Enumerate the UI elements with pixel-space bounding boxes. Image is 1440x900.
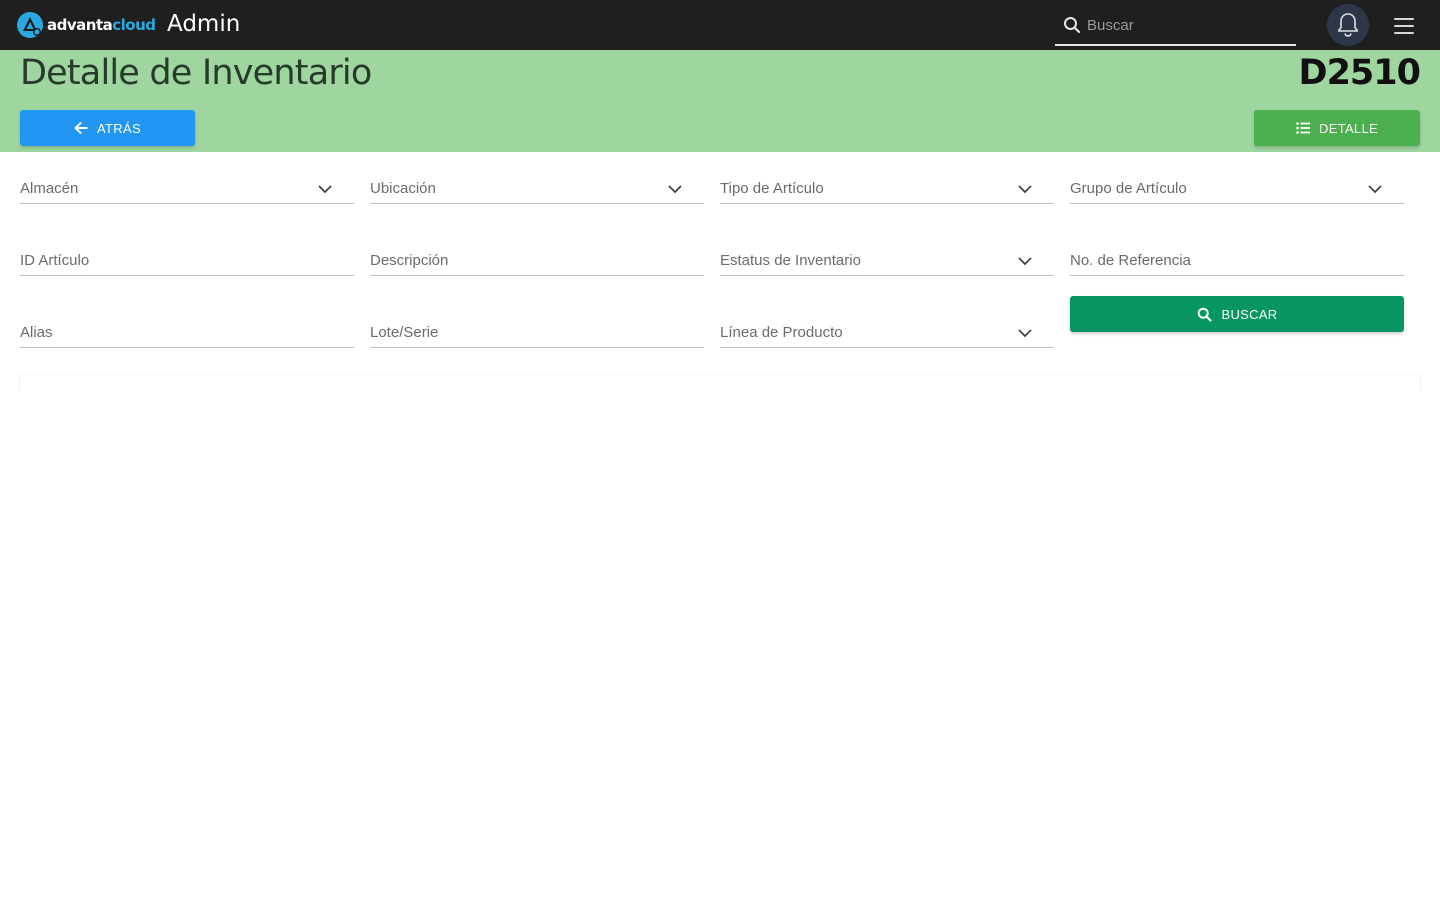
no-referencia-field[interactable]: No. de Referencia — [1070, 244, 1404, 276]
estatus-inventario-select[interactable]: Estatus de Inventario — [720, 244, 1054, 276]
alias-label: Alias — [20, 324, 53, 341]
brand-logo[interactable]: advantacloud — [16, 11, 156, 39]
linea-producto-select[interactable]: Línea de Producto — [720, 316, 1054, 348]
grupo-articulo-label: Grupo de Artículo — [1070, 180, 1187, 197]
descripcion-label: Descripción — [370, 252, 449, 269]
brand-name-part1: advanta — [47, 16, 113, 34]
tipo-articulo-label: Tipo de Artículo — [720, 180, 824, 197]
detail-button-label: DETALLE — [1319, 120, 1378, 136]
back-button[interactable]: ATRÁS — [20, 110, 195, 146]
lote-serie-label: Lote/Serie — [370, 324, 439, 341]
chevron-down-icon — [1368, 185, 1382, 194]
id-articulo-label: ID Artículo — [20, 252, 90, 269]
page-title: Detalle de Inventario — [20, 53, 372, 93]
chevron-down-icon — [1018, 185, 1032, 194]
ubicacion-select[interactable]: Ubicación — [370, 172, 704, 204]
bell-icon — [1337, 13, 1359, 37]
chevron-down-icon — [1018, 257, 1032, 266]
search-button-label: BUSCAR — [1221, 306, 1278, 322]
arrow-left-icon — [74, 122, 89, 134]
lote-serie-field[interactable]: Lote/Serie — [370, 316, 704, 348]
hamburger-menu-icon — [1394, 18, 1414, 20]
advantacloud-logo-icon — [17, 12, 43, 38]
ubicacion-label: Ubicación — [370, 180, 436, 197]
search-button[interactable]: BUSCAR — [1070, 296, 1404, 332]
list-icon — [1296, 122, 1311, 134]
page-code: D2510 — [1298, 53, 1421, 93]
linea-producto-label: Línea de Producto — [720, 324, 843, 341]
almacen-select[interactable]: Almacén — [20, 172, 354, 204]
brand-name: advantacloud — [47, 16, 156, 34]
estatus-inventario-label: Estatus de Inventario — [720, 252, 861, 269]
global-search-input[interactable] — [1087, 14, 1287, 36]
hamburger-menu-button[interactable] — [1392, 14, 1416, 38]
back-button-label: ATRÁS — [97, 120, 141, 136]
search-icon — [1064, 17, 1081, 34]
global-search — [1055, 6, 1296, 46]
search-icon — [1197, 307, 1212, 322]
brand-name-part2: cloud — [112, 16, 156, 34]
notifications-button[interactable] — [1327, 4, 1369, 46]
chevron-down-icon — [668, 185, 682, 194]
hamburger-menu-icon-bar — [1394, 32, 1414, 34]
no-referencia-label: No. de Referencia — [1070, 252, 1191, 269]
id-articulo-field[interactable]: ID Artículo — [20, 244, 354, 276]
results-panel — [19, 374, 1421, 390]
detail-button[interactable]: DETALLE — [1254, 110, 1420, 146]
top-navbar: advantacloud Admin — [0, 0, 1440, 50]
grupo-articulo-select[interactable]: Grupo de Artículo — [1070, 172, 1404, 204]
hamburger-menu-icon-bar — [1394, 25, 1414, 27]
descripcion-field[interactable]: Descripción — [370, 244, 704, 276]
almacen-label: Almacén — [20, 180, 79, 197]
alias-field[interactable]: Alias — [20, 316, 354, 348]
chevron-down-icon — [318, 185, 332, 194]
tipo-articulo-select[interactable]: Tipo de Artículo — [720, 172, 1054, 204]
app-title: Admin — [167, 11, 241, 37]
chevron-down-icon — [1018, 329, 1032, 338]
page-header: Detalle de Inventario D2510 ATRÁS DETALL… — [0, 50, 1440, 152]
